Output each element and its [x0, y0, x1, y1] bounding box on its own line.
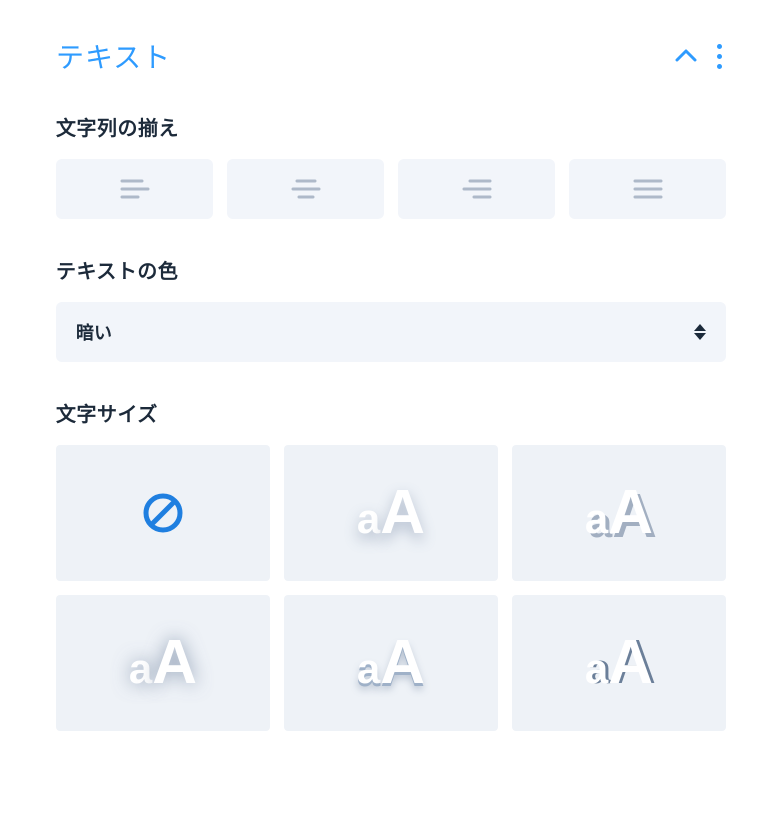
align-left-button[interactable]: [56, 159, 213, 219]
alignment-options: [56, 159, 726, 219]
text-color-select-wrap: 暗い: [56, 302, 726, 362]
section-text-color: テキストの色 暗い: [56, 255, 726, 362]
header-controls: [675, 40, 726, 73]
text-color-label: テキストの色: [56, 255, 726, 284]
align-right-icon: [462, 178, 492, 200]
panel-header: テキスト: [56, 36, 726, 76]
font-size-options: aA aA aA aA aA: [56, 445, 726, 731]
font-effect-emboss-button[interactable]: aA: [284, 595, 498, 731]
align-center-button[interactable]: [227, 159, 384, 219]
aA-glyph-icon: aA: [129, 632, 197, 694]
text-color-selected-value: 暗い: [76, 323, 112, 343]
font-effect-none-button[interactable]: [56, 445, 270, 581]
aA-glyph-icon: aA: [357, 632, 425, 694]
more-menu-icon[interactable]: [713, 40, 726, 73]
font-effect-drop-shadow-button[interactable]: aA: [512, 445, 726, 581]
font-effect-soft-shadow-button[interactable]: aA: [284, 445, 498, 581]
collapse-chevron-icon[interactable]: [675, 49, 697, 63]
align-justify-icon: [633, 178, 663, 200]
panel-title: テキスト: [56, 36, 171, 76]
font-effect-outline-button[interactable]: aA: [512, 595, 726, 731]
aA-glyph-icon: aA: [585, 482, 653, 544]
ban-icon: [141, 491, 185, 535]
section-alignment: 文字列の揃え: [56, 112, 726, 219]
font-size-label: 文字サイズ: [56, 398, 726, 427]
text-color-select[interactable]: 暗い: [56, 302, 726, 362]
alignment-label: 文字列の揃え: [56, 112, 726, 141]
align-right-button[interactable]: [398, 159, 555, 219]
aA-glyph-icon: aA: [357, 482, 425, 544]
font-effect-glow-button[interactable]: aA: [56, 595, 270, 731]
section-font-size: 文字サイズ aA aA aA aA aA: [56, 398, 726, 731]
align-left-icon: [120, 178, 150, 200]
align-center-icon: [291, 178, 321, 200]
aA-glyph-icon: aA: [585, 632, 653, 694]
align-justify-button[interactable]: [569, 159, 726, 219]
